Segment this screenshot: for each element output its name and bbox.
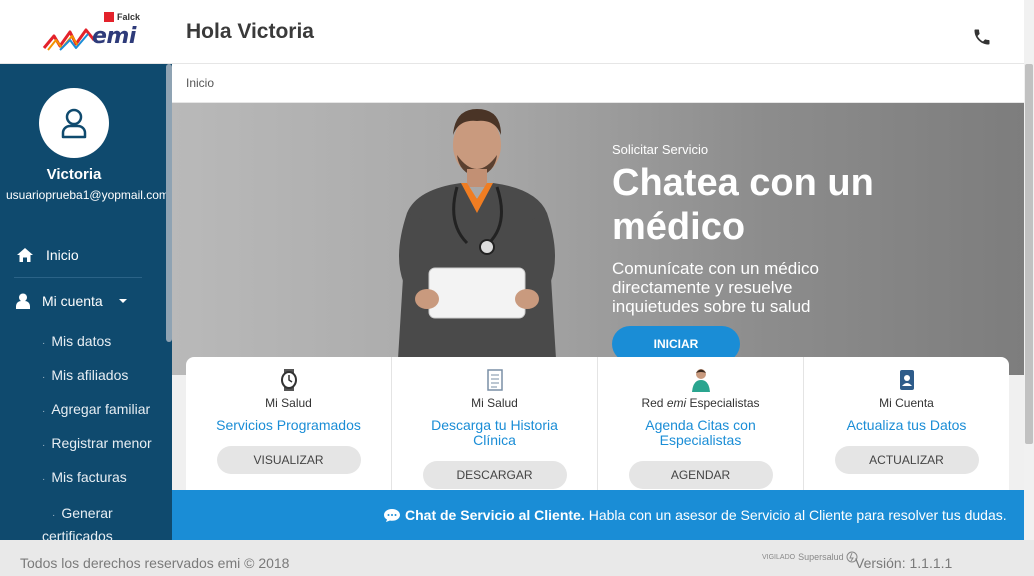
user-email: usuarioprueba1@yopmail.com — [6, 188, 169, 202]
actualizar-button[interactable]: ACTUALIZAR — [834, 446, 979, 474]
breadcrumb-item[interactable]: Inicio — [186, 76, 214, 90]
user-icon — [16, 293, 30, 309]
hero-kicker: Solicitar Servicio — [612, 142, 709, 157]
user-outline-icon — [61, 108, 87, 139]
service-cards: Mi Salud Servicios Programados VISUALIZA… — [186, 357, 1009, 490]
supersalud-seal: VIGILADO Supersalud — [762, 551, 858, 563]
user-name: Victoria — [46, 166, 102, 183]
sidebar-item-mi-cuenta[interactable]: Mi cuenta — [16, 293, 127, 309]
divider — [14, 277, 142, 278]
sidebar-item-inicio[interactable]: Inicio — [16, 247, 79, 263]
falck-label: Falck — [117, 12, 141, 22]
emi-wordmark: emi — [92, 24, 136, 49]
breadcrumb: Inicio — [172, 65, 1024, 103]
specialist-icon — [691, 369, 710, 392]
watch-icon — [280, 369, 297, 391]
doctor-illustration — [397, 109, 557, 375]
card-title[interactable]: Actualiza tus Datos — [834, 418, 979, 433]
id-card-icon — [899, 370, 914, 390]
card-category: Red emi Especialistas — [641, 396, 760, 410]
card-category: Mi Salud — [265, 396, 312, 410]
visualizar-button[interactable]: VISUALIZAR — [216, 446, 361, 474]
emi-wave-icon — [42, 28, 96, 51]
home-icon — [17, 248, 33, 262]
hero-banner: Solicitar Servicio Chatea con un médico … — [172, 103, 1024, 375]
copyright: Todos los derechos reservados emi © 2018 — [20, 555, 290, 571]
chat-text: Habla con un asesor de Servicio al Clien… — [588, 507, 1007, 523]
vigilado-label: VIGILADO — [762, 553, 796, 561]
phone-icon[interactable] — [972, 27, 992, 47]
document-icon — [486, 369, 503, 391]
caret-down-icon — [118, 299, 127, 303]
sidebar-subitem-agregar-familiar[interactable]: · Agregar familiar — [42, 401, 150, 417]
footer: Todos los derechos reservados emi © 2018… — [0, 540, 1034, 576]
sidebar-subitem-mis-afiliados[interactable]: · Mis afiliados — [42, 367, 128, 383]
card-title[interactable]: Descarga tu Historia Clínica — [422, 418, 567, 448]
hero-description: Comunícate con un médico directamente y … — [612, 259, 819, 316]
falck-logo-icon — [104, 12, 114, 22]
supersalud-label: Supersalud — [798, 552, 844, 562]
sidebar-item-label: Inicio — [46, 247, 79, 263]
top-header: Falck emi Hola Victoria — [0, 0, 1024, 64]
agendar-button[interactable]: AGENDAR — [628, 461, 773, 489]
card-category: Mi Cuenta — [879, 396, 934, 410]
chat-bubble-icon — [384, 508, 400, 522]
greeting-title: Hola Victoria — [186, 20, 314, 43]
card-title[interactable]: Servicios Programados — [216, 418, 361, 433]
card-historia-clinica: Mi Salud Descarga tu Historia Clínica DE… — [392, 357, 598, 490]
app-version: Versión: 1.1.1.1 — [855, 555, 953, 571]
sidebar-subitem-mis-facturas[interactable]: · Mis facturas — [42, 469, 127, 485]
page-scrollbar-thumb[interactable] — [1025, 64, 1033, 444]
card-servicios-programados: Mi Salud Servicios Programados VISUALIZA… — [186, 357, 392, 490]
card-especialistas: Red emi Especialistas Agenda Citas con E… — [598, 357, 804, 490]
card-category: Mi Salud — [471, 396, 518, 410]
hero-title: Chatea con un médico — [612, 162, 874, 248]
emi-logo[interactable]: Falck emi — [42, 12, 142, 52]
sidebar-subitem-generar-certificados[interactable]: · Generar certificados — [42, 503, 152, 540]
descargar-button[interactable]: DESCARGAR — [422, 461, 567, 489]
chat-bar[interactable]: Chat de Servicio al Cliente. Habla con u… — [172, 490, 1024, 540]
card-mi-cuenta: Mi Cuenta Actualiza tus Datos ACTUALIZAR — [804, 357, 1009, 490]
avatar[interactable] — [39, 88, 109, 158]
chat-title: Chat de Servicio al Cliente. — [405, 507, 585, 523]
sidebar: Victoria usuarioprueba1@yopmail.com Inic… — [0, 64, 172, 540]
card-title[interactable]: Agenda Citas con Especialistas — [628, 418, 773, 448]
sidebar-subitem-registrar-menor[interactable]: · Registrar menor — [42, 435, 152, 451]
sidebar-subitem-mis-datos[interactable]: · Mis datos — [42, 333, 111, 349]
sidebar-item-label: Mi cuenta — [42, 293, 103, 309]
